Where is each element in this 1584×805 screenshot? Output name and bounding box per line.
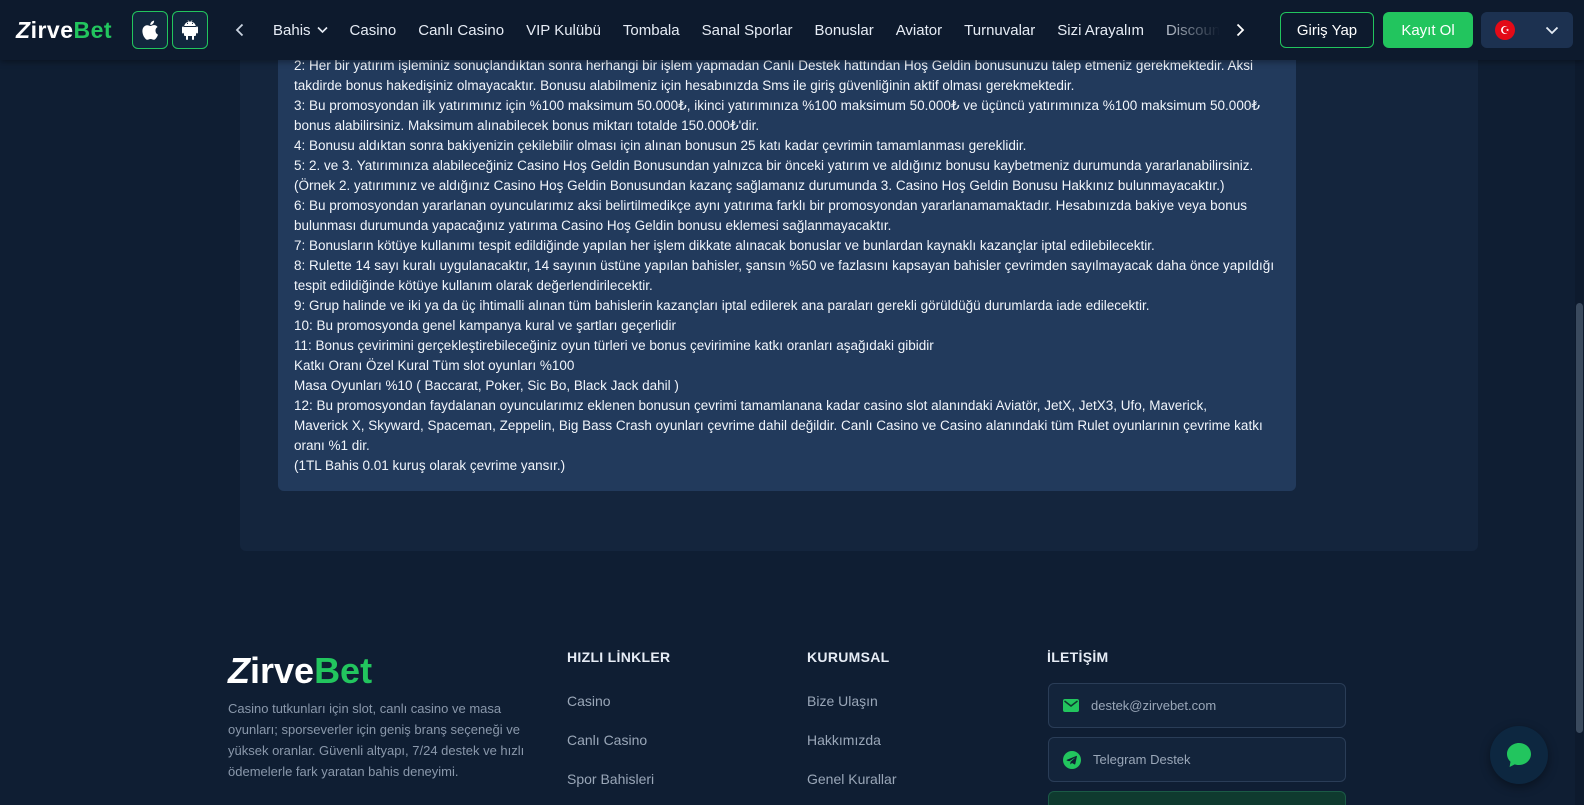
nav-item-label: Turnuvalar — [964, 21, 1036, 39]
chevron-left-icon — [235, 23, 244, 37]
terms-line: Maverick X, Skyward, Spaceman, Zeppelin,… — [294, 418, 1263, 433]
terms-line: 10: Bu promosyonda genel kampanya kural … — [294, 318, 676, 333]
quick-links-title: HIZLI LİNKLER — [567, 649, 671, 665]
nav-item-sanal-sporlar[interactable]: Sanal Sporlar — [691, 22, 804, 39]
telegram-icon — [1063, 750, 1081, 769]
login-button[interactable]: Giriş Yap — [1280, 12, 1374, 48]
terms-list: 2: Her bir yatırım işleminiz sonuçlandık… — [294, 56, 1280, 476]
terms-line: oranı %1 dir. — [294, 438, 370, 453]
nav-item-canli-casino[interactable]: Canlı Casino — [407, 22, 515, 39]
terms-line: takdirde bonus hakedişiniz olmayacaktır.… — [294, 78, 1075, 93]
terms-line: bonus alabilirsiniz. Maksimum alınabilec… — [294, 118, 760, 133]
contact-email[interactable]: destek@zirvebet.com — [1048, 683, 1346, 728]
footer-link-contact-us[interactable]: Bize Ulaşın — [807, 693, 878, 709]
footer-link-spor-bahisleri[interactable]: Spor Bahisleri — [567, 771, 654, 787]
footer-description: Casino tutkunları için slot, canlı casin… — [228, 701, 525, 779]
chevron-down-icon — [316, 26, 328, 34]
footer-link-canli-casino[interactable]: Canlı Casino — [567, 732, 647, 748]
logo-letter: Z — [16, 16, 31, 43]
nav-item-aviator[interactable]: Aviator — [885, 22, 953, 39]
contact-telegram[interactable]: Telegram Destek — [1048, 737, 1346, 782]
terms-line: 5: 2. ve 3. Yatırımınıza alabileceğiniz … — [294, 158, 1254, 173]
android-icon — [182, 20, 198, 40]
footer-link-casino[interactable]: Casino — [567, 693, 611, 709]
terms-line: 9: Grup halinde ve iki ya da üç ihtimall… — [294, 298, 1150, 313]
terms-line: (Örnek 2. yatırımınız ve aldığınız Casin… — [294, 178, 1225, 193]
logo-text-part1: irve — [30, 16, 74, 43]
nav-item-turnuvalar[interactable]: Turnuvalar — [953, 22, 1046, 39]
nav-item-label: Tombala — [622, 21, 680, 39]
top-header: Zirve Bet Bahis Casino Canlı Casino VIP K… — [0, 0, 1584, 60]
nav-item-label: VIP Kulübü — [526, 21, 601, 39]
corporate-title: KURUMSAL — [807, 649, 890, 665]
terms-line: tespit edildiğinde kötüye kullanım olara… — [294, 278, 653, 293]
android-app-button[interactable] — [172, 11, 208, 49]
nav-item-label: Bahis — [273, 21, 311, 39]
chevron-down-icon — [1545, 26, 1559, 34]
nav-item-label: Casino — [349, 21, 397, 39]
nav-item-label: Sanal Sporlar — [701, 21, 793, 39]
nav-item-label: Discount — [1165, 21, 1220, 39]
terms-line: Katkı Oranı Özel Kural Tüm slot oyunları… — [294, 358, 575, 373]
terms-line: 11: Bonus çevirimini gerçekleştirebilece… — [294, 338, 934, 353]
terms-line: bulunması durumunda yapacağınız yatırıma… — [294, 218, 892, 233]
nav-item-bonuslar[interactable]: Bonuslar — [804, 22, 885, 39]
nav-item-label: Sizi Arayalım — [1057, 21, 1144, 39]
logo-letter: Z — [228, 650, 250, 691]
logo-text-part2: Bet — [314, 650, 373, 691]
main-nav: Bahis Casino Canlı Casino VIP Kulübü Tom… — [262, 0, 1220, 60]
nav-item-casino[interactable]: Casino — [339, 22, 408, 39]
language-selector[interactable]: ☪ — [1481, 12, 1573, 48]
turkey-flag-icon: ☪ — [1495, 20, 1515, 40]
nav-scroll-left-button[interactable] — [228, 16, 252, 44]
nav-item-sizi-arayalim[interactable]: Sizi Arayalım — [1046, 22, 1155, 39]
nav-item-label: Canlı Casino — [418, 21, 505, 39]
nav-item-tombala[interactable]: Tombala — [612, 22, 691, 39]
terms-line: Masa Oyunları %10 ( Baccarat, Poker, Sic… — [294, 378, 679, 393]
terms-line: 6: Bu promosyondan yararlanan oyuncuları… — [294, 198, 1247, 213]
logo-text-part1: irve — [250, 650, 315, 691]
footer-logo[interactable]: Zirve Bet — [228, 650, 372, 692]
nav-item-label: Aviator — [895, 21, 943, 39]
terms-box: 2: Her bir yatırım işleminiz sonuçlandık… — [278, 40, 1296, 491]
chat-icon — [1507, 743, 1531, 767]
register-button[interactable]: Kayıt Ol — [1383, 12, 1473, 48]
terms-line: (1TL Bahis 0.01 kuruş olarak çevrime yan… — [294, 458, 566, 473]
nav-item-label: Bonuslar — [814, 21, 874, 39]
contact-telegram-text: Telegram Destek — [1093, 752, 1191, 767]
nav-item-vip[interactable]: VIP Kulübü — [515, 22, 612, 39]
nav-item-bahis[interactable]: Bahis — [262, 22, 339, 39]
live-chat-button[interactable] — [1490, 726, 1548, 784]
contact-third-box[interactable] — [1048, 791, 1346, 805]
scrollbar-thumb[interactable] — [1576, 303, 1583, 733]
terms-line: 4: Bonusu aldıktan sonra bakiyenizin çek… — [294, 138, 1027, 153]
chevron-right-icon — [1236, 23, 1245, 37]
contact-title: İLETİŞİM — [1047, 649, 1109, 665]
mail-icon — [1063, 699, 1079, 712]
logo-text-part2: Bet — [73, 16, 113, 43]
apple-icon — [142, 20, 158, 40]
terms-line: 8: Rulette 14 sayı kuralı uygulanacaktır… — [294, 258, 1275, 273]
terms-line: 3: Bu promosyondan ilk yatırımınız için … — [294, 98, 1260, 113]
terms-line: 12: Bu promosyondan faydalanan oyuncular… — [294, 398, 1208, 413]
ios-app-button[interactable] — [132, 11, 168, 49]
contact-email-text: destek@zirvebet.com — [1091, 698, 1217, 713]
nav-scroll-right-button[interactable] — [1228, 16, 1252, 44]
terms-line: 7: Bonusların kötüye kullanımı tespit ed… — [294, 238, 1155, 253]
footer-link-general-rules[interactable]: Genel Kurallar — [807, 771, 897, 787]
footer-link-about[interactable]: Hakkımızda — [807, 732, 881, 748]
brand-logo[interactable]: Zirve Bet — [16, 14, 112, 46]
nav-item-discount[interactable]: Discount — [1155, 22, 1220, 39]
